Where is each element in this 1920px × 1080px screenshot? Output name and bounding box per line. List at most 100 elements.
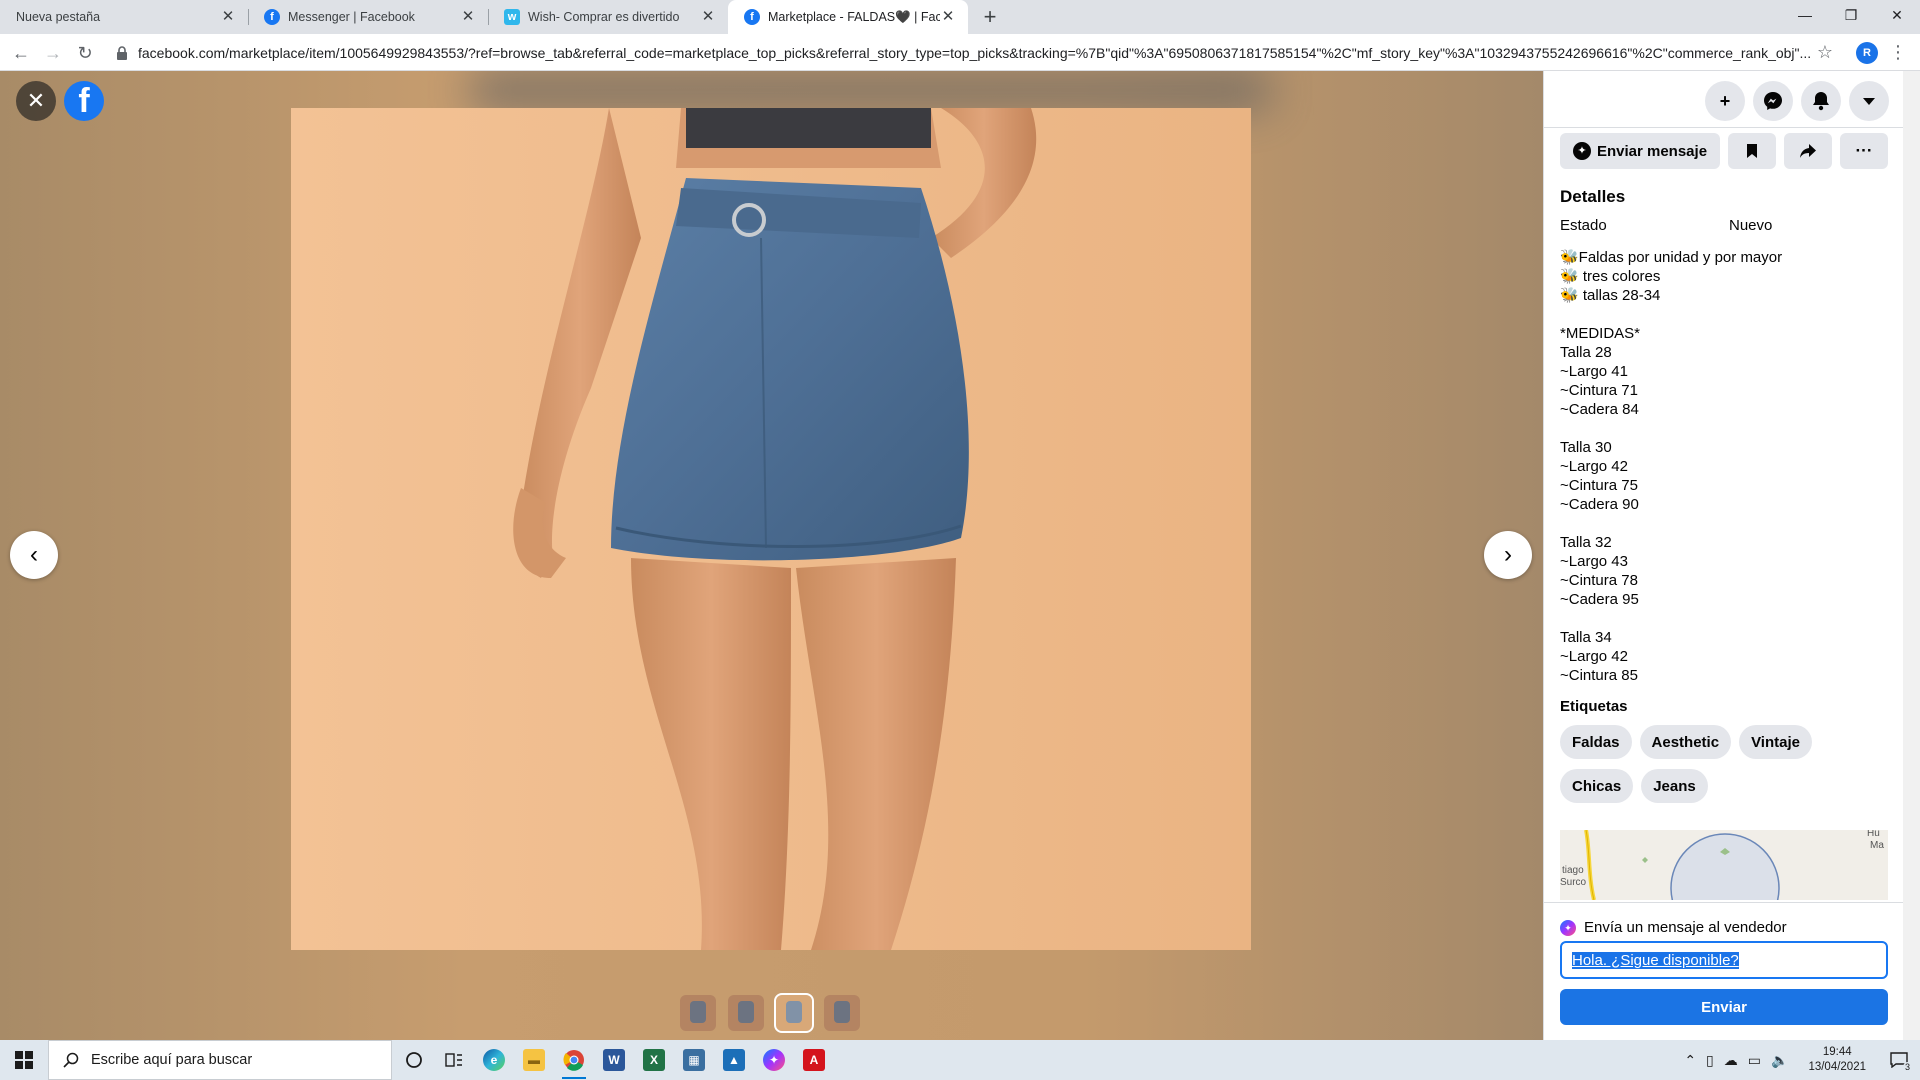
description-line: 🐝 tres colores (1560, 268, 1661, 285)
composer-label: Envía un mensaje al vendedor (1584, 919, 1787, 936)
listing-details-panel: + ✦ Enviar mensaje ··· Detalles Estado N… (1543, 71, 1903, 1040)
send-button[interactable]: Enviar (1560, 989, 1888, 1025)
message-input[interactable]: Hola. ¿Sigue disponible? (1560, 941, 1888, 979)
save-bookmark-button[interactable] (1728, 133, 1776, 169)
tag-chip[interactable]: Jeans (1641, 769, 1708, 803)
address-bar[interactable]: facebook.com/marketplace/item/1005649929… (110, 38, 1843, 67)
description: 🐝Faldas por unidad y por mayor 🐝 tres col… (1560, 248, 1886, 685)
condition-value: Nuevo (1729, 217, 1773, 234)
network-icon[interactable]: ▭ (1748, 1052, 1761, 1069)
facebook-logo[interactable]: f (64, 81, 104, 121)
tags-title: Etiquetas (1560, 698, 1628, 715)
messenger-app-icon[interactable]: ✦ (754, 1040, 794, 1080)
tag-chip[interactable]: Aesthetic (1639, 725, 1732, 759)
tags-list: Faldas Aesthetic Vintaje Chicas Jeans (1560, 725, 1890, 803)
more-options-button[interactable]: ··· (1840, 133, 1888, 169)
tab-marketplace[interactable]: f Marketplace - FALDAS🖤 | Faceb ✕ (728, 0, 968, 34)
description-line: ~Largo 42 (1560, 648, 1628, 665)
edge-icon[interactable]: e (474, 1040, 514, 1080)
map-label: Surco (1560, 877, 1587, 888)
tab-close-icon[interactable]: ✕ (940, 9, 956, 25)
divider (1544, 127, 1903, 128)
new-tab-button[interactable]: + (978, 5, 1002, 29)
bookmark-star-icon[interactable]: ☆ (1813, 40, 1837, 64)
volume-icon[interactable]: 🔈 (1771, 1052, 1788, 1069)
tab-title: Wish- Comprar es divertido (528, 10, 680, 24)
notifications-bell-icon[interactable] (1801, 81, 1841, 121)
restore-icon[interactable]: ❐ (1828, 0, 1874, 30)
tag-chip[interactable]: Chicas (1560, 769, 1634, 803)
page-scrollbar[interactable] (1903, 71, 1920, 1040)
excel-icon[interactable]: X (634, 1040, 674, 1080)
description-line: ~Cintura 71 (1560, 382, 1638, 399)
messenger-icon: ✦ (1560, 919, 1576, 936)
composer-label-row: ✦ Envía un mensaje al vendedor (1560, 919, 1787, 936)
description-line: ~Cadera 84 (1560, 401, 1639, 418)
tag-chip[interactable]: Faldas (1560, 725, 1632, 759)
notification-count: 3 (1902, 1062, 1912, 1072)
photos-icon[interactable]: ▲ (714, 1040, 754, 1080)
clock-time: 19:44 (1822, 1046, 1852, 1058)
tab-wish[interactable]: w Wish- Comprar es divertido ✕ (488, 0, 728, 34)
tab-close-icon[interactable]: ✕ (220, 9, 236, 25)
share-arrow-icon (1800, 144, 1816, 158)
description-gap (1560, 609, 1886, 628)
next-photo-button[interactable]: › (1484, 531, 1532, 579)
description-line: ~Largo 41 (1560, 363, 1628, 380)
browser-menu-icon[interactable]: ⋮ (1888, 40, 1908, 64)
message-input-value: Hola. ¿Sigue disponible? (1572, 951, 1739, 969)
windows-logo-icon (15, 1051, 33, 1069)
location-map[interactable]: tiago Surco Hu Ma (1560, 830, 1888, 900)
share-button[interactable] (1784, 133, 1832, 169)
forward-icon[interactable]: → (40, 40, 66, 66)
tab-close-icon[interactable]: ✕ (700, 9, 716, 25)
tab-new-tab[interactable]: Nueva pestaña ✕ (0, 0, 248, 34)
action-center-icon[interactable]: 3 (1886, 1047, 1912, 1073)
facebook-icon: f (744, 9, 760, 25)
close-window-icon[interactable]: ✕ (1874, 0, 1920, 30)
file-explorer-icon[interactable]: ▬ (514, 1040, 554, 1080)
back-icon[interactable]: ← (8, 40, 34, 66)
account-menu-chevron-icon[interactable] (1849, 81, 1889, 121)
photo-thumbnail[interactable] (728, 995, 764, 1031)
message-composer: ✦ Envía un mensaje al vendedor Hola. ¿Si… (1544, 902, 1903, 1040)
wish-icon: w (504, 9, 520, 25)
acrobat-icon[interactable]: A (794, 1040, 834, 1080)
photo-thumbnail-selected[interactable] (774, 993, 814, 1033)
search-icon (63, 1052, 79, 1068)
calculator-icon[interactable]: ▦ (674, 1040, 714, 1080)
description-line: ~Cadera 95 (1560, 591, 1639, 608)
browser-toolbar: ← → ↻ facebook.com/marketplace/item/1005… (0, 34, 1920, 71)
onedrive-cloud-icon[interactable]: ☁ (1724, 1052, 1738, 1069)
tag-chip[interactable]: Vintaje (1739, 725, 1812, 759)
start-button[interactable] (0, 1040, 48, 1080)
description-line: ~Cadera 90 (1560, 496, 1639, 513)
previous-photo-button[interactable]: ‹ (10, 531, 58, 579)
tab-messenger[interactable]: f Messenger | Facebook ✕ (248, 0, 488, 34)
create-icon[interactable]: + (1705, 81, 1745, 121)
description-line: ~Largo 43 (1560, 553, 1628, 570)
map-label: Ma (1870, 840, 1884, 851)
reload-icon[interactable]: ↻ (72, 40, 98, 66)
device-icon[interactable]: ▯ (1706, 1052, 1714, 1069)
description-line: ~Cintura 85 (1560, 667, 1638, 684)
messenger-icon[interactable] (1753, 81, 1793, 121)
photo-thumbnail[interactable] (824, 995, 860, 1031)
taskbar-search[interactable]: Escribe aquí para buscar (48, 1040, 392, 1080)
tab-title: Messenger | Facebook (288, 10, 415, 24)
chrome-icon[interactable] (554, 1040, 594, 1080)
task-view-icon[interactable] (434, 1040, 474, 1080)
tab-close-icon[interactable]: ✕ (460, 9, 476, 25)
header-icons: + (1705, 81, 1889, 121)
listing-photo (291, 108, 1251, 950)
minimize-icon[interactable]: — (1782, 0, 1828, 30)
cortana-icon[interactable] (394, 1040, 434, 1080)
clock[interactable]: 19:44 13/04/2021 (1808, 1045, 1866, 1075)
profile-avatar[interactable]: R (1856, 42, 1878, 64)
photo-thumbnail[interactable] (680, 995, 716, 1031)
word-icon[interactable]: W (594, 1040, 634, 1080)
send-message-button[interactable]: ✦ Enviar mensaje (1560, 133, 1720, 169)
close-viewer-button[interactable]: ✕ (16, 81, 56, 121)
show-hidden-icons-chevron-icon[interactable]: ⌃ (1684, 1052, 1696, 1069)
thumbnail-strip (680, 993, 860, 1033)
